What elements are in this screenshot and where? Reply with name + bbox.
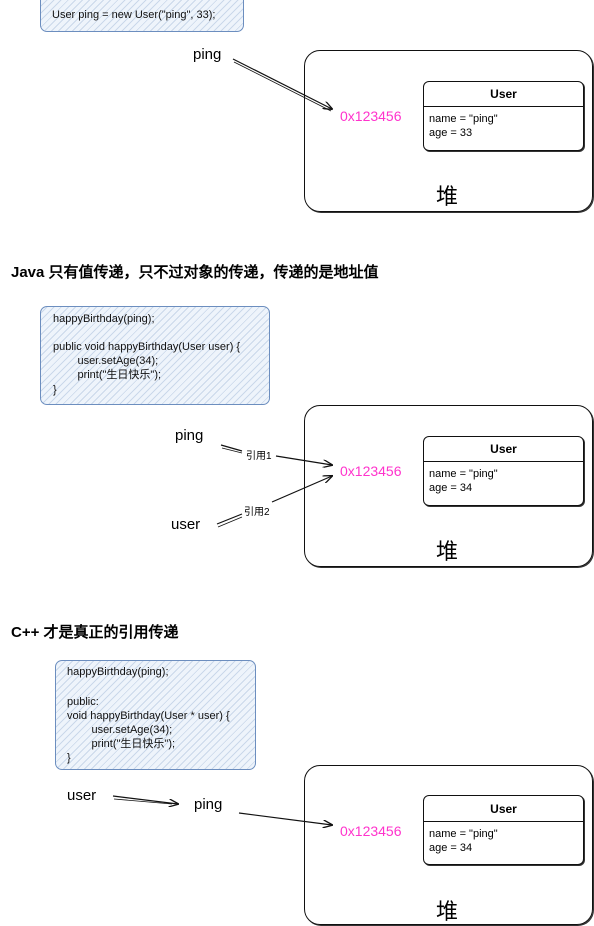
reference-label-1: 引用1 [245, 447, 273, 462]
arrow-ping-to-address [232, 58, 332, 109]
arrow-ping-to-address [238, 812, 332, 825]
arrows-layer [112, 58, 594, 926]
arrow-ping-to-address [220, 444, 332, 465]
arrow-user-to-address [216, 476, 332, 525]
reference-label-2: 引用2 [243, 503, 271, 518]
